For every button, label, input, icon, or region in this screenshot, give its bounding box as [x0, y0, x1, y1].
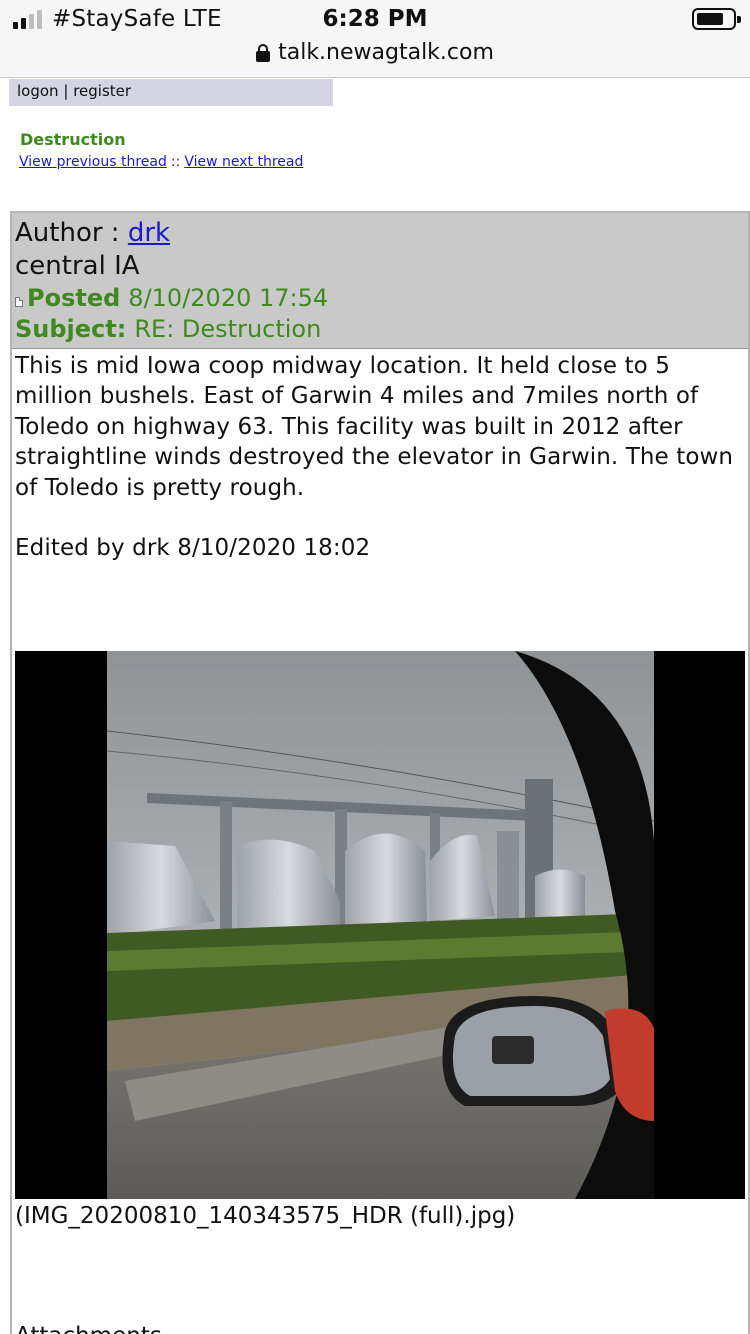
subject-line: Subject: RE: Destruction	[15, 314, 745, 345]
post: Author : drk central IA Posted 8/10/2020…	[10, 211, 750, 1334]
previous-thread-link[interactable]: View previous thread	[19, 154, 167, 170]
post-header: Author : drk central IA Posted 8/10/2020…	[12, 213, 748, 349]
status-bar: #StaySafe LTE 6:28 PM talk.newagtalk.com	[0, 0, 750, 78]
post-text: This is mid Iowa coop midway location. I…	[15, 353, 734, 501]
clock: 6:28 PM	[322, 6, 428, 32]
thread-title: Destruction	[20, 130, 126, 149]
account-bar: logon | register	[9, 79, 333, 106]
register-link[interactable]: register	[73, 82, 131, 100]
posted-line: Posted 8/10/2020 17:54	[15, 283, 745, 314]
author-line: Author : drk	[15, 217, 745, 250]
grain-elevator-photo	[15, 651, 745, 1199]
author-link[interactable]: drk	[128, 218, 170, 248]
url-bar[interactable]: talk.newagtalk.com	[0, 40, 750, 65]
thread-navigation: View previous thread:: View next thread	[19, 154, 303, 170]
account-separator: |	[63, 82, 69, 100]
image-caption: (IMG_20200810_140343575_HDR (full).jpg)	[15, 1203, 516, 1229]
edited-note: Edited by drk 8/10/2020 18:02	[15, 535, 371, 562]
author-location: central IA	[15, 251, 140, 281]
post-image[interactable]	[15, 651, 745, 1199]
author-label: Author :	[15, 218, 120, 248]
attachments-heading: Attachments	[15, 1323, 162, 1334]
lock-icon	[256, 43, 271, 62]
posted-date: 8/10/2020 17:54	[128, 284, 329, 312]
next-thread-link[interactable]: View next thread	[184, 154, 303, 170]
battery-icon	[692, 8, 741, 30]
subject-text: RE: Destruction	[134, 315, 322, 343]
url-text: talk.newagtalk.com	[278, 40, 494, 65]
thread-nav-separator: ::	[170, 154, 181, 170]
document-icon	[15, 296, 23, 307]
post-body: This is mid Iowa coop midway location. I…	[12, 349, 748, 565]
posted-label: Posted	[27, 284, 121, 312]
subject-label: Subject:	[15, 315, 127, 343]
logon-link[interactable]: logon	[17, 82, 59, 100]
